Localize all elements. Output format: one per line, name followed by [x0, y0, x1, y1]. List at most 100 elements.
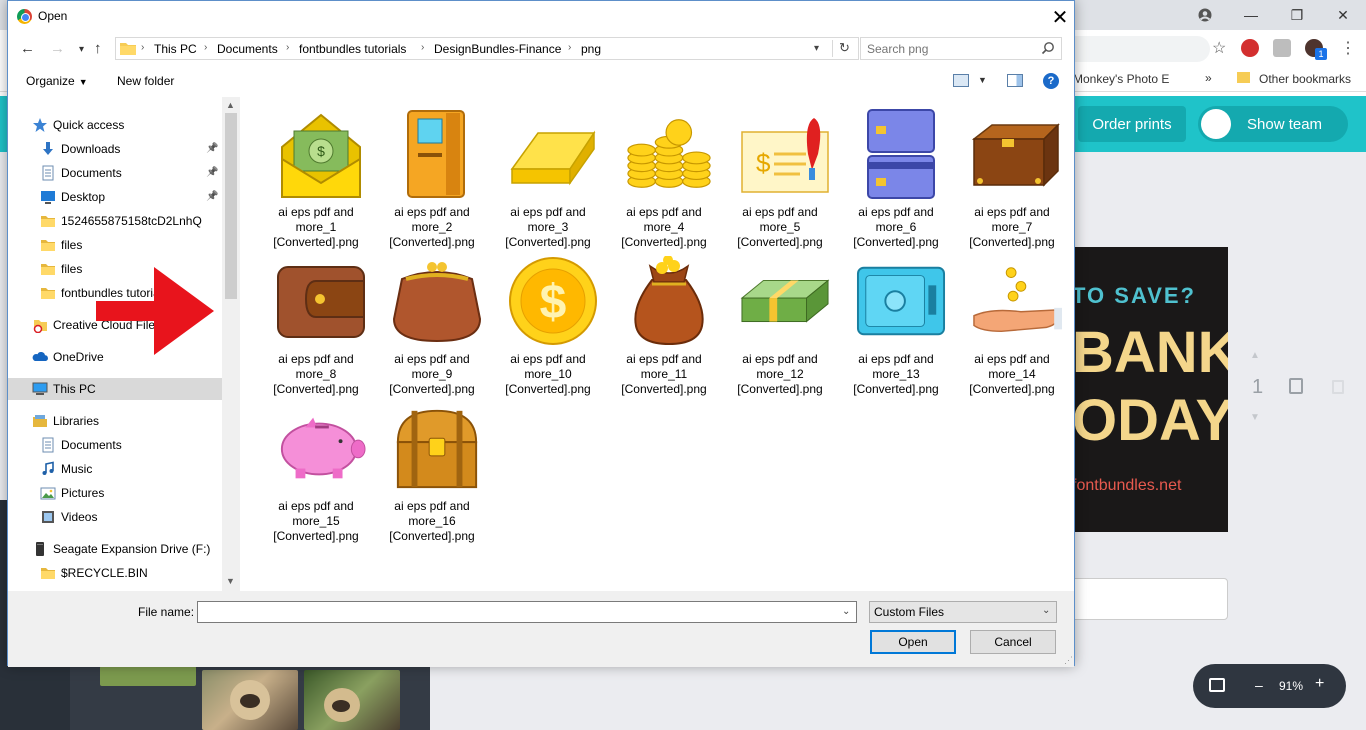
file-type-select[interactable]: Custom Files ⌄ — [869, 601, 1057, 623]
nav-item[interactable]: Seagate Expansion Drive (F:) — [8, 538, 222, 560]
file-item[interactable]: ai eps pdf and more_8 [Converted].png — [258, 248, 374, 396]
search-box[interactable] — [860, 37, 1062, 60]
nav-scrollbar[interactable]: ▲ ▼ — [222, 97, 240, 591]
browser-menu-icon[interactable]: ⋮ — [1340, 38, 1356, 58]
browser-close-icon[interactable]: ✕ — [1320, 0, 1366, 30]
file-item[interactable]: ai eps pdf and more_13 [Converted].png — [838, 248, 954, 396]
dialog-close-button[interactable]: ✕ — [1046, 3, 1074, 31]
cancel-button[interactable]: Cancel — [970, 630, 1056, 654]
file-item[interactable]: $ ai eps pdf and more_10 [Converted].png — [490, 248, 606, 396]
nav-item[interactable]: Downloads 📌 — [8, 138, 222, 160]
duplicate-page-icon[interactable] — [1289, 378, 1303, 394]
file-item[interactable]: ai eps pdf and more_14 [Converted].png — [954, 248, 1070, 396]
file-item[interactable]: ai eps pdf and more_9 [Converted].png — [374, 248, 490, 396]
treasure-chest-icon — [392, 403, 482, 493]
folder-icon — [40, 213, 56, 229]
file-item[interactable]: ai eps pdf and more_3 [Converted].png — [490, 101, 606, 249]
refresh-icon[interactable]: ↻ — [839, 40, 850, 56]
zoom-out-button[interactable]: – — [1255, 677, 1263, 693]
zoom-value[interactable]: 91% — [1279, 679, 1303, 693]
recent-locations-icon[interactable]: ▾ — [79, 44, 84, 55]
file-item[interactable]: ai eps pdf and more_11 [Converted].png — [606, 248, 722, 396]
help-icon[interactable]: ? — [1043, 73, 1059, 89]
breadcrumb-item[interactable]: png — [581, 42, 601, 56]
download-icon — [40, 141, 56, 157]
money-bag-icon — [624, 256, 714, 346]
resize-grip-icon[interactable]: ⋰ — [1064, 655, 1073, 666]
scroll-down-icon[interactable]: ▼ — [226, 576, 235, 586]
up-arrow-icon[interactable]: ↑ — [94, 40, 102, 57]
photo-thumbnail[interactable] — [100, 666, 196, 686]
file-list: $ ai eps pdf and more_1 [Converted].png ai… — [240, 97, 1074, 591]
nav-item[interactable]: This PC — [8, 378, 222, 400]
zoom-in-button[interactable]: + — [1315, 675, 1324, 693]
delete-page-icon[interactable] — [1332, 380, 1344, 394]
file-name: ai eps pdf and more_3 [Converted].png — [505, 205, 591, 249]
file-item[interactable]: $ ai eps pdf and more_1 [Converted].png — [258, 101, 374, 249]
show-team-toggle[interactable]: Show team — [1198, 106, 1348, 142]
nav-item[interactable]: Videos — [8, 506, 222, 528]
nav-item[interactable]: Documents 📌 — [8, 162, 222, 184]
nav-scrollbar-thumb[interactable] — [225, 113, 237, 299]
add-page-bar[interactable] — [1060, 578, 1228, 620]
extension-badge: 1 — [1315, 48, 1327, 60]
file-name-input[interactable]: ⌄ — [197, 601, 857, 623]
breadcrumb-item[interactable]: fontbundles tutorials — [299, 42, 406, 56]
nav-item[interactable]: Quick access — [8, 114, 222, 136]
view-options-icon[interactable] — [953, 74, 969, 87]
bookmark-item[interactable]: Monkey's Photo E — [1073, 72, 1169, 86]
breadcrumb-item[interactable]: DesignBundles-Finance — [434, 42, 561, 56]
back-arrow-icon[interactable]: ← — [20, 40, 35, 57]
file-item[interactable]: ai eps pdf and more_12 [Converted].png — [722, 248, 838, 396]
nav-item[interactable]: Pictures — [8, 482, 222, 504]
design-page[interactable]: TO SAVE? BANK ODAY! fontbundles.net — [1060, 247, 1228, 532]
organize-button[interactable]: Organize ▼ — [26, 74, 88, 88]
file-item[interactable]: ai eps pdf and more_7 [Converted].png — [954, 101, 1070, 249]
zoom-control: – 91% + — [1193, 664, 1346, 708]
extension-red-icon[interactable] — [1241, 39, 1259, 57]
move-down-icon[interactable]: ▼ — [1250, 412, 1260, 423]
nav-item[interactable]: Music — [8, 458, 222, 480]
address-dropdown-icon[interactable]: ▾ — [814, 43, 819, 54]
file-item[interactable]: ai eps pdf and more_2 [Converted].png — [374, 101, 490, 249]
bookmarks-overflow[interactable]: » — [1205, 71, 1212, 85]
folder-icon — [120, 43, 136, 55]
profile-icon[interactable] — [1182, 0, 1228, 30]
breadcrumb-item[interactable]: This PC — [154, 42, 197, 56]
nav-item[interactable]: Documents — [8, 434, 222, 456]
search-input[interactable] — [867, 41, 1037, 57]
pug-photo-thumbnail[interactable] — [304, 670, 400, 730]
present-icon[interactable] — [1209, 678, 1225, 692]
file-item[interactable]: ai eps pdf and more_6 [Converted].png — [838, 101, 954, 249]
nav-item[interactable]: $RECYCLE.BIN — [8, 562, 222, 584]
forward-arrow-icon[interactable]: → — [50, 40, 65, 57]
file-item[interactable]: ai eps pdf and more_15 [Converted].png — [258, 395, 374, 543]
order-prints-button[interactable]: Order prints — [1078, 106, 1186, 142]
restore-icon[interactable]: ❐ — [1274, 0, 1320, 30]
move-up-icon[interactable]: ▲ — [1250, 350, 1260, 361]
file-item[interactable]: ai eps pdf and more_16 [Converted].png — [374, 395, 490, 543]
pug-photo-thumbnail[interactable] — [202, 670, 298, 730]
organize-label: Organize — [26, 74, 75, 88]
extension-gray-icon[interactable] — [1273, 39, 1291, 57]
minimize-icon[interactable]: — — [1228, 0, 1274, 30]
chevron-down-icon[interactable]: ⌄ — [842, 606, 850, 617]
file-item[interactable]: ai eps pdf and more_4 [Converted].png — [606, 101, 722, 249]
preview-pane-icon[interactable] — [1007, 74, 1023, 87]
new-folder-button[interactable]: New folder — [117, 74, 174, 88]
address-breadcrumb[interactable]: › This PC › Documents › fontbundles tuto… — [115, 37, 859, 60]
other-bookmarks[interactable]: Other bookmarks — [1259, 72, 1351, 86]
view-dropdown-icon[interactable]: ▼ — [978, 75, 987, 85]
bookmark-star-icon[interactable]: ☆ — [1212, 38, 1226, 58]
nav-item[interactable]: Libraries — [8, 410, 222, 432]
file-name: ai eps pdf and more_5 [Converted].png — [737, 205, 823, 249]
nav-item[interactable]: files — [8, 234, 222, 256]
address-bar[interactable] — [1060, 36, 1210, 62]
breadcrumb-item[interactable]: Documents — [217, 42, 278, 56]
open-button[interactable]: Open — [870, 630, 956, 654]
nav-item[interactable]: Desktop 📌 — [8, 186, 222, 208]
file-item[interactable]: $ ai eps pdf and more_5 [Converted].png — [722, 101, 838, 249]
nav-item[interactable]: 1524655875158tcD2LnhQ — [8, 210, 222, 232]
scroll-up-icon[interactable]: ▲ — [226, 100, 235, 110]
nav-item-label: $RECYCLE.BIN — [61, 566, 148, 580]
